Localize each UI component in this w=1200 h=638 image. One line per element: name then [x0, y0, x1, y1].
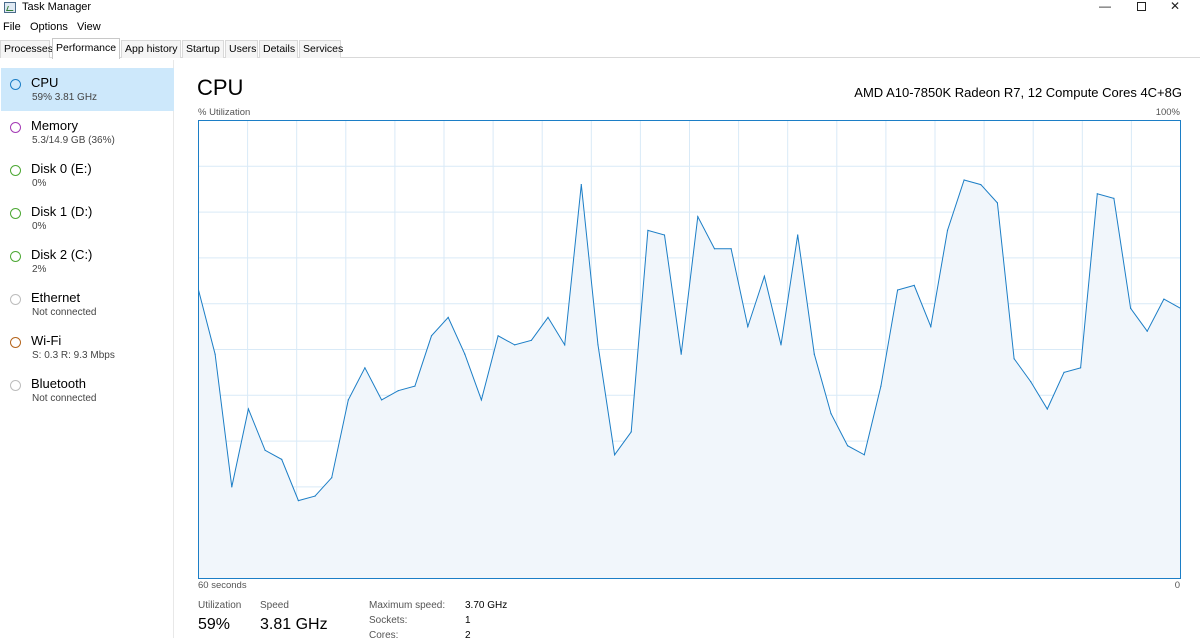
- tab-services[interactable]: Services: [299, 40, 343, 58]
- x-axis-end-label: 0: [1174, 580, 1180, 591]
- speed-value: 3.81 GHz: [260, 616, 328, 633]
- tab-startup[interactable]: Startup: [182, 40, 224, 58]
- sidebar-item-detail: Not connected: [32, 393, 97, 404]
- menu-bar: File Options View: [0, 20, 1200, 36]
- ethernet-status-icon: [10, 294, 21, 305]
- page-title: CPU: [197, 75, 244, 100]
- sockets-label: Sockets:: [369, 615, 408, 626]
- disk-status-icon: [10, 251, 21, 262]
- minimize-button[interactable]: —: [1090, 0, 1120, 14]
- sidebar-item-ethernet[interactable]: Ethernet Not connected: [1, 283, 174, 326]
- menu-view[interactable]: View: [77, 21, 101, 33]
- memory-status-icon: [10, 122, 21, 133]
- sidebar-item-detail: 2%: [32, 264, 47, 275]
- sidebar-item-detail: 5.3/14.9 GB (36%): [32, 135, 115, 146]
- maximize-icon: [1136, 2, 1146, 11]
- cpu-status-icon: [10, 79, 21, 90]
- y-axis-label: % Utilization: [198, 107, 251, 118]
- resource-sidebar: CPU 59% 3.81 GHz Memory 5.3/14.9 GB (36%…: [0, 60, 174, 638]
- sidebar-item-detail: 0%: [32, 178, 47, 189]
- sidebar-item-label: CPU: [31, 75, 59, 90]
- utilization-value: 59%: [198, 616, 231, 633]
- cores-value: 2: [465, 630, 471, 638]
- sidebar-item-label: Bluetooth: [31, 376, 86, 391]
- sidebar-item-detail: 0%: [32, 221, 47, 232]
- title-bar: Task Manager — ✕: [0, 0, 1200, 16]
- sidebar-item-wifi[interactable]: Wi-Fi S: 0.3 R: 9.3 Mbps: [1, 326, 174, 369]
- sidebar-item-bluetooth[interactable]: Bluetooth Not connected: [1, 369, 174, 412]
- menu-options[interactable]: Options: [30, 21, 68, 33]
- menu-file[interactable]: File: [3, 21, 21, 33]
- disk-status-icon: [10, 208, 21, 219]
- cores-label: Cores:: [369, 630, 399, 638]
- sidebar-item-label: Wi-Fi: [31, 333, 62, 348]
- cpu-utilization-graph: [198, 120, 1181, 579]
- sidebar-item-cpu[interactable]: CPU 59% 3.81 GHz: [1, 68, 174, 111]
- sidebar-item-detail: 59% 3.81 GHz: [32, 92, 98, 103]
- bluetooth-status-icon: [10, 380, 21, 391]
- cpu-model-name: AMD A10-7850K Radeon R7, 12 Compute Core…: [854, 85, 1182, 100]
- tab-performance[interactable]: Performance: [52, 38, 120, 59]
- sidebar-item-disk-1[interactable]: Disk 1 (D:) 0%: [1, 197, 174, 240]
- sockets-value: 1: [465, 615, 471, 626]
- sidebar-item-detail: S: 0.3 R: 9.3 Mbps: [32, 350, 115, 361]
- sidebar-item-detail: Not connected: [32, 307, 97, 318]
- tab-details[interactable]: Details: [259, 40, 298, 58]
- tab-bar: Processes Performance App history Startu…: [0, 38, 1200, 59]
- task-manager-icon: [4, 2, 16, 13]
- close-button[interactable]: ✕: [1160, 0, 1190, 14]
- sidebar-item-label: Memory: [31, 118, 78, 133]
- sidebar-item-memory[interactable]: Memory 5.3/14.9 GB (36%): [1, 111, 174, 154]
- wifi-status-icon: [10, 337, 21, 348]
- sidebar-item-label: Disk 1 (D:): [31, 204, 93, 219]
- sidebar-item-disk-0[interactable]: Disk 0 (E:) 0%: [1, 154, 174, 197]
- x-axis-start-label: 60 seconds: [198, 580, 247, 591]
- window-title: Task Manager: [22, 1, 92, 13]
- tab-app-history[interactable]: App history: [121, 40, 181, 58]
- sidebar-item-label: Ethernet: [31, 290, 81, 305]
- sidebar-item-disk-2[interactable]: Disk 2 (C:) 2%: [1, 240, 174, 283]
- sidebar-item-label: Disk 2 (C:): [31, 247, 93, 262]
- disk-status-icon: [10, 165, 21, 176]
- tab-processes[interactable]: Processes: [0, 40, 53, 58]
- max-speed-label: Maximum speed:: [369, 600, 446, 611]
- tab-users[interactable]: Users: [225, 40, 258, 58]
- performance-panel: CPU AMD A10-7850K Radeon R7, 12 Compute …: [175, 60, 1200, 638]
- speed-label: Speed: [260, 600, 289, 611]
- utilization-label: Utilization: [198, 600, 242, 611]
- max-speed-value: 3.70 GHz: [465, 600, 508, 611]
- sidebar-item-label: Disk 0 (E:): [31, 161, 92, 176]
- maximize-button[interactable]: [1126, 0, 1156, 14]
- y-axis-max-label: 100%: [1155, 107, 1180, 118]
